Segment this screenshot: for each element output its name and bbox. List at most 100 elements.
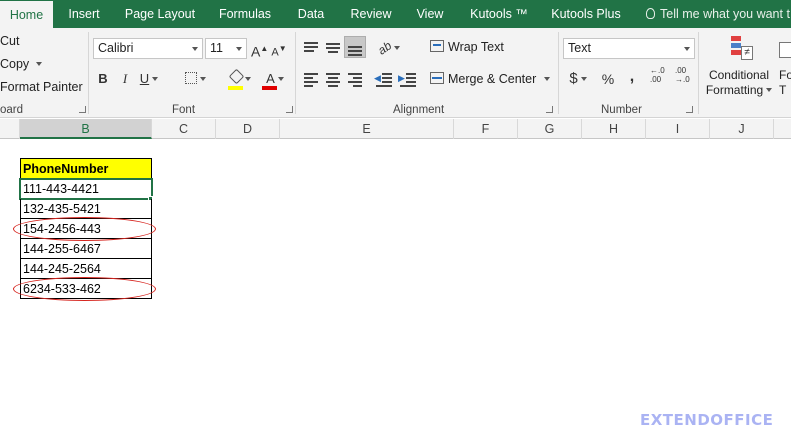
column-header-f[interactable]: F xyxy=(454,119,518,139)
highlight-ellipse xyxy=(13,217,156,241)
chevron-down-icon xyxy=(245,77,251,81)
column-header-d[interactable]: D xyxy=(216,119,280,139)
orientation-icon: ab xyxy=(375,38,394,58)
wrap-text-button[interactable]: Wrap Text xyxy=(430,40,504,54)
increase-decimal-top: ←.0 xyxy=(650,66,665,75)
ribbon-home: Cut Copy Format Painter oard Calibri 11 … xyxy=(0,28,791,118)
decrease-decimal-bottom: →.0 xyxy=(675,75,690,84)
borders-button[interactable] xyxy=(178,68,212,90)
format-painter-button[interactable]: Format Painter xyxy=(0,80,83,94)
italic-button[interactable]: I xyxy=(118,68,132,90)
grow-font-button[interactable]: A▲ xyxy=(251,38,268,60)
underline-button[interactable]: U xyxy=(138,68,160,90)
chevron-down-icon xyxy=(766,88,773,92)
fill-color-button[interactable] xyxy=(225,68,257,90)
column-header-g[interactable]: G xyxy=(518,119,582,139)
percent-button[interactable]: % xyxy=(600,68,616,90)
shrink-font-button[interactable]: A▼ xyxy=(271,38,287,60)
font-name-value: Calibri xyxy=(98,41,134,55)
column-header-j[interactable]: J xyxy=(710,119,774,139)
middle-align-button[interactable] xyxy=(324,40,342,54)
font-launcher-icon[interactable] xyxy=(286,106,293,113)
tab-home[interactable]: Home xyxy=(0,1,53,28)
chevron-down-icon xyxy=(394,46,401,50)
header-cell-phonenumber[interactable]: PhoneNumber xyxy=(20,158,152,179)
font-name-combo[interactable]: Calibri xyxy=(93,38,203,59)
cut-button[interactable]: Cut xyxy=(0,34,19,48)
column-header-i[interactable]: I xyxy=(646,119,710,139)
increase-indent-button[interactable]: ▶ xyxy=(398,72,418,87)
group-divider xyxy=(88,32,89,114)
increase-decimal-bottom: .00 xyxy=(650,75,662,84)
merge-center-icon xyxy=(430,72,444,84)
decrease-decimal-top: .00 xyxy=(675,66,687,75)
chevron-down-icon xyxy=(199,77,206,81)
grow-font-icon: A xyxy=(251,43,261,60)
font-size-combo[interactable]: 11 xyxy=(205,38,247,59)
font-group-label: Font xyxy=(172,104,196,116)
conditional-formatting-label-1: Conditional xyxy=(708,68,770,82)
top-align-button[interactable] xyxy=(302,40,320,54)
merge-center-label: Merge & Center xyxy=(448,72,537,86)
chevron-down-icon xyxy=(35,62,42,66)
decrease-indent-button[interactable]: ◀ xyxy=(374,72,394,87)
alignment-launcher-icon[interactable] xyxy=(546,106,553,113)
format-as-table-label-1: Fo xyxy=(779,68,791,82)
column-header-row: B C D E F G H I J xyxy=(0,119,791,139)
align-right-button[interactable] xyxy=(346,72,364,87)
conditional-formatting-label-2: Formatting xyxy=(703,83,775,98)
bottom-align-button[interactable] xyxy=(344,36,366,58)
orientation-button[interactable]: ab xyxy=(374,37,404,59)
table-cell[interactable]: 144-255-6467 xyxy=(20,239,152,259)
tell-me-box[interactable]: Tell me what you want t xyxy=(646,0,790,28)
increase-decimal-button[interactable]: ←.0.00 xyxy=(650,66,670,90)
clipboard-group-label: oard xyxy=(0,104,24,116)
table-cell[interactable]: 111-443-4421 xyxy=(19,178,153,200)
lightbulb-icon xyxy=(646,8,655,19)
align-center-button[interactable] xyxy=(324,72,342,87)
currency-button[interactable]: $ xyxy=(566,68,590,90)
number-format-combo[interactable]: Text xyxy=(563,38,695,59)
font-color-button[interactable]: A xyxy=(260,68,290,90)
copy-button[interactable]: Copy xyxy=(0,57,42,71)
align-left-button[interactable] xyxy=(302,72,320,87)
group-divider xyxy=(558,32,559,114)
column-header-c[interactable]: C xyxy=(152,119,216,139)
column-header-b[interactable]: B xyxy=(20,119,152,139)
tab-kutools[interactable]: Kutools ™ xyxy=(463,0,535,28)
shrink-font-icon: A xyxy=(271,46,279,59)
chevron-down-icon xyxy=(277,77,284,81)
table-cell[interactable]: 132-435-5421 xyxy=(20,199,152,219)
conditional-formatting-button[interactable]: ≠ Conditional Formatting xyxy=(703,32,775,102)
tab-insert[interactable]: Insert xyxy=(58,0,110,28)
column-header-e[interactable]: E xyxy=(280,119,454,139)
group-divider xyxy=(295,32,296,114)
tab-review[interactable]: Review xyxy=(342,0,400,28)
font-size-value: 11 xyxy=(210,41,223,55)
number-launcher-icon[interactable] xyxy=(686,106,693,113)
number-format-value: Text xyxy=(568,41,591,55)
conditional-formatting-icon: ≠ xyxy=(729,34,753,64)
comma-style-button[interactable]: , xyxy=(624,66,640,88)
table-cell[interactable]: 144-245-2564 xyxy=(20,259,152,279)
paint-bucket-icon xyxy=(228,68,245,85)
column-header-h[interactable]: H xyxy=(582,119,646,139)
currency-icon: $ xyxy=(569,70,578,87)
format-as-table-label-2: T xyxy=(779,83,787,97)
decrease-decimal-button[interactable]: .00 →.0 xyxy=(675,66,695,90)
arrow-right-icon: ▶ xyxy=(398,73,405,83)
merge-center-button[interactable]: Merge & Center xyxy=(430,72,551,86)
tab-formulas[interactable]: Formulas xyxy=(210,0,280,28)
tab-data[interactable]: Data xyxy=(290,0,332,28)
tab-view[interactable]: View xyxy=(406,0,454,28)
alignment-group-label: Alignment xyxy=(393,104,445,116)
font-color-bar xyxy=(262,86,277,90)
chevron-down-icon xyxy=(544,77,551,81)
clipboard-launcher-icon[interactable] xyxy=(79,106,86,113)
bold-button[interactable]: B xyxy=(95,68,111,90)
tab-kutools-plus[interactable]: Kutools Plus xyxy=(547,0,625,28)
format-as-table-button[interactable]: Fo T xyxy=(778,32,791,102)
row-header-corner[interactable] xyxy=(0,119,20,139)
wrap-text-label: Wrap Text xyxy=(448,40,504,54)
tab-page-layout[interactable]: Page Layout xyxy=(116,0,204,28)
